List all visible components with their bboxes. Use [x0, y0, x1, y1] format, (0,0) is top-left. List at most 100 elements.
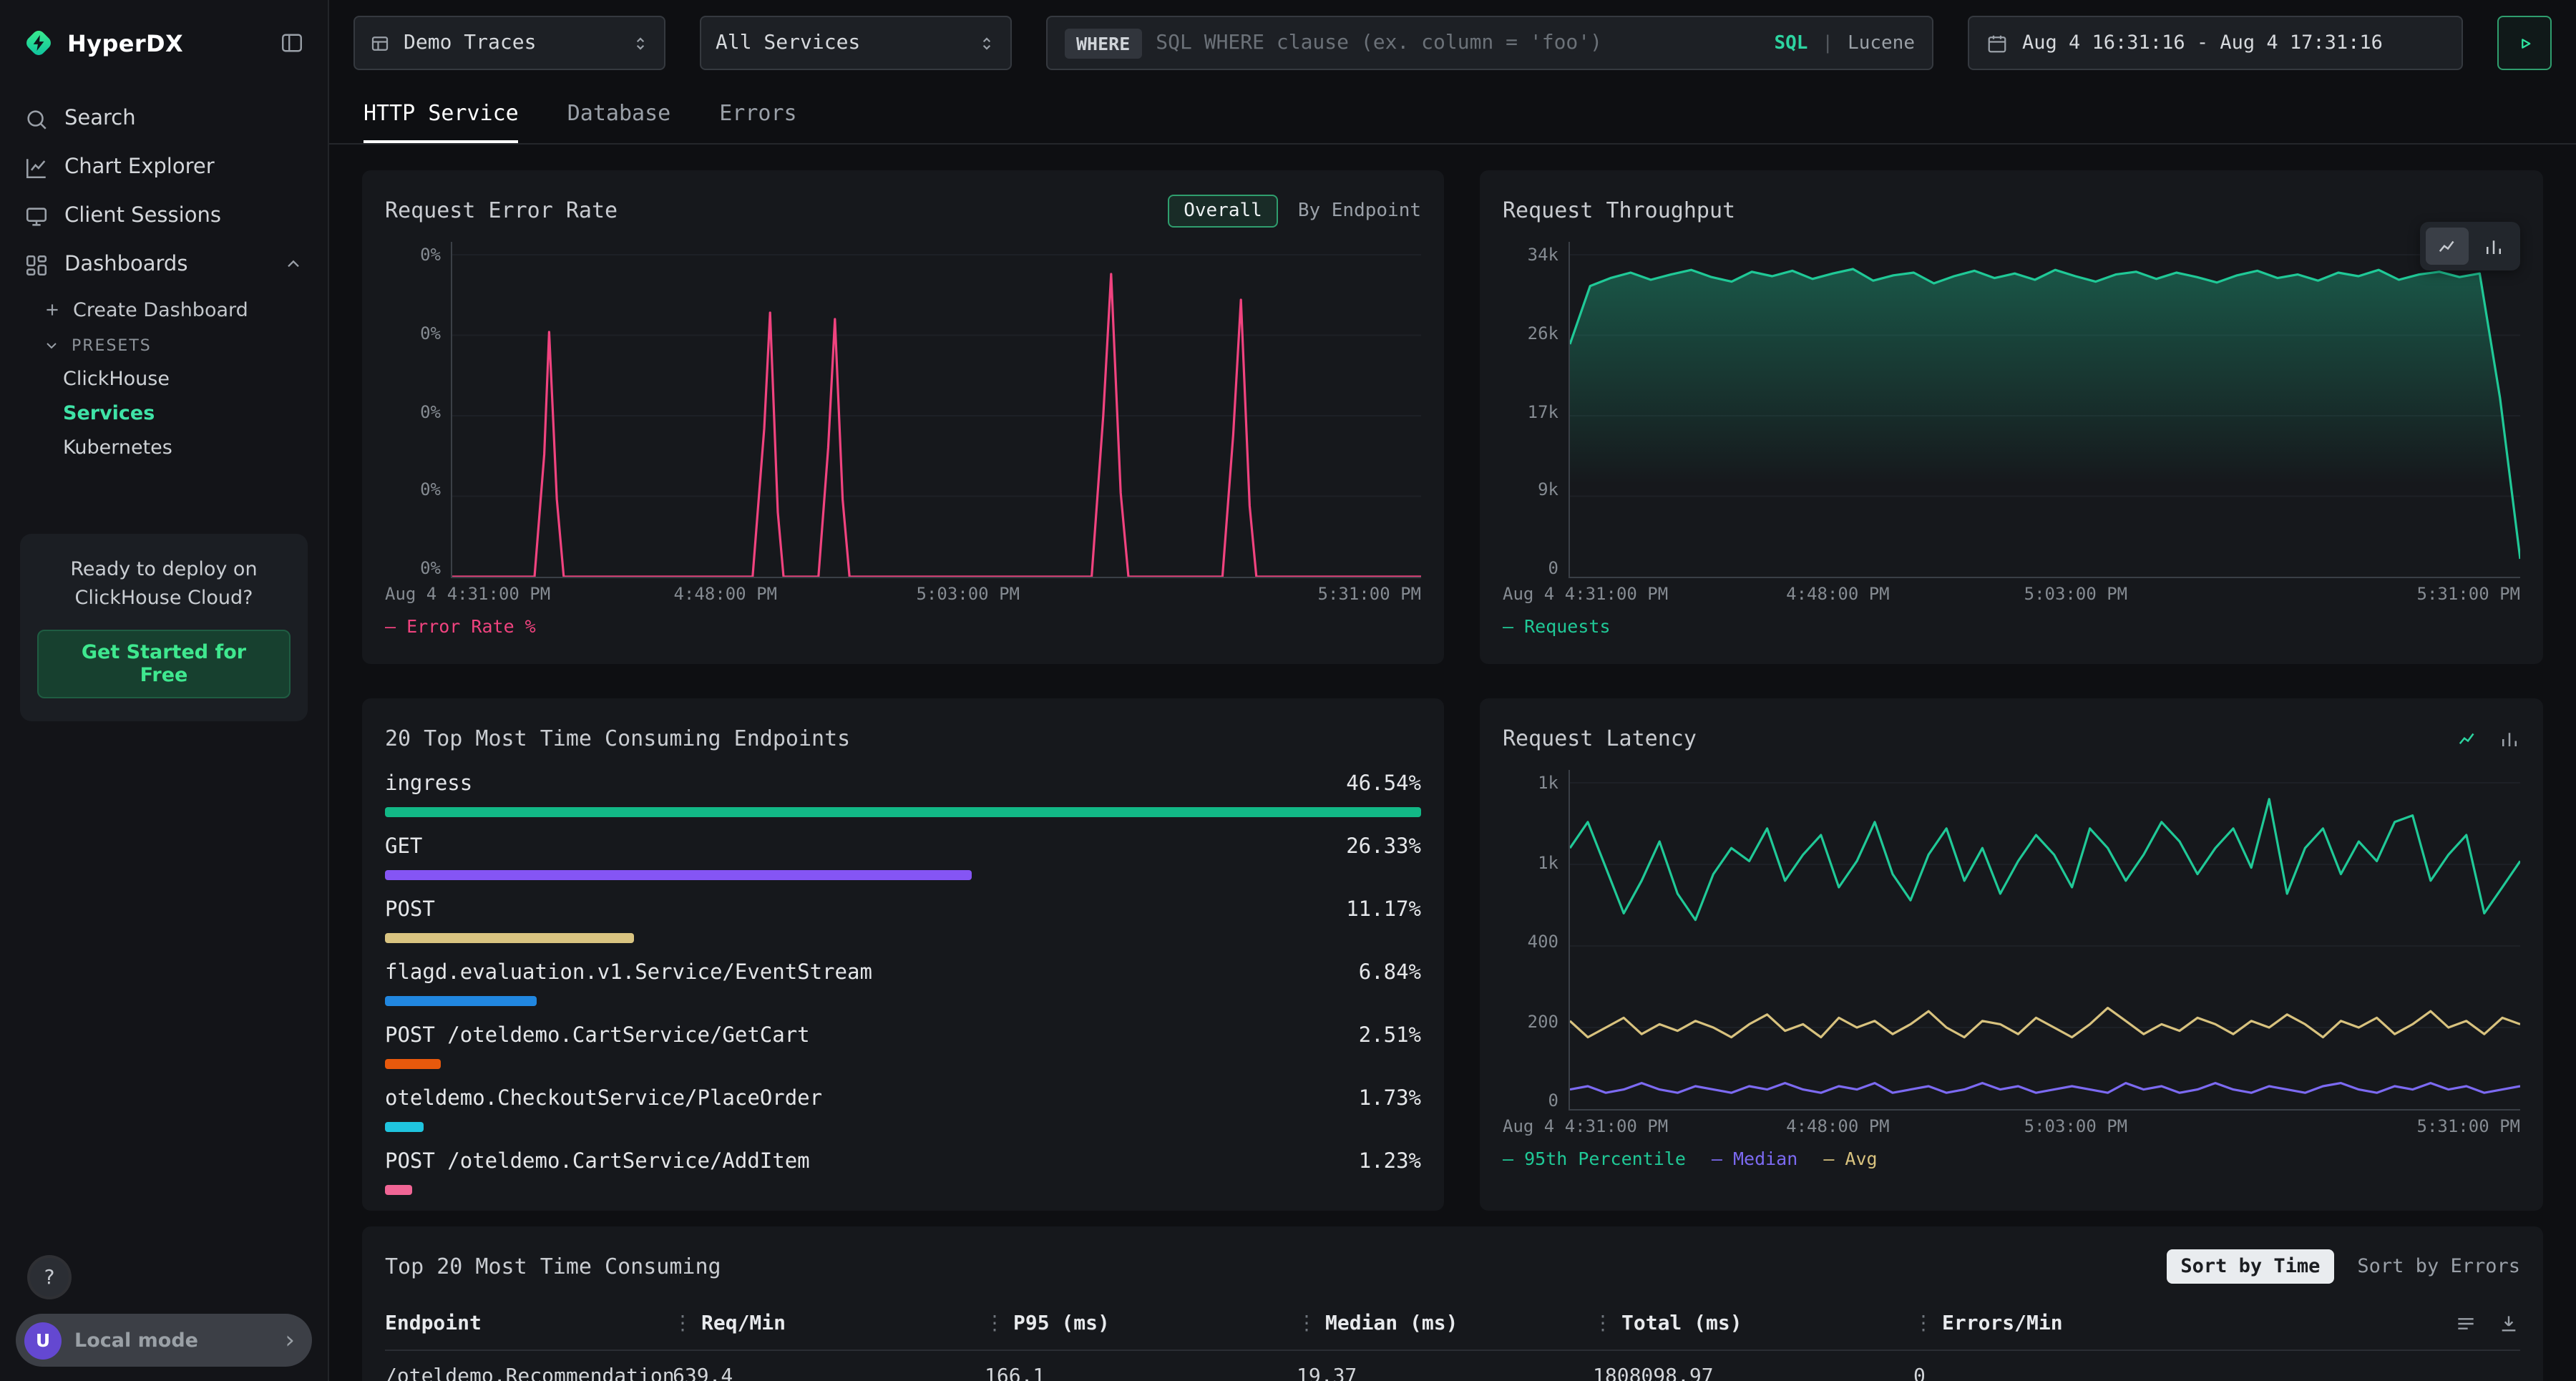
column-grip-icon[interactable] [673, 1312, 693, 1335]
language-divider: | [1822, 32, 1833, 54]
endpoint-bar [385, 1185, 412, 1195]
avatar: U [24, 1322, 62, 1359]
sidebar-item-clickhouse[interactable]: ClickHouse [0, 362, 328, 396]
y-axis: 0%0%0%0%0% [385, 242, 451, 578]
endpoint-row[interactable]: POST /oteldemo.CartService/GetCart 2.51% [385, 1025, 1421, 1069]
column-label: Median (ms) [1325, 1312, 1458, 1335]
endpoint-row[interactable]: GET26.33% [385, 836, 1421, 880]
table-column-header[interactable]: Median (ms) [1297, 1312, 1593, 1335]
endpoint-percent: 1.73% [1359, 1088, 1421, 1111]
sql-where-input[interactable] [1156, 31, 1760, 54]
clickhouse-cloud-promo: Ready to deploy on ClickHouse Cloud? Get… [20, 534, 308, 721]
sql-language-toggle[interactable]: SQL [1774, 32, 1807, 54]
main-content: HTTP Service Database Errors Request Err… [329, 86, 2576, 1381]
service-select[interactable]: All Services [700, 16, 1012, 70]
sidebar-item-services[interactable]: Services [0, 396, 328, 431]
endpoint-label: POST /oteldemo.CartService/GetCart [385, 1025, 810, 1048]
table-column-header[interactable]: Req/Min [673, 1312, 985, 1335]
legend-item[interactable]: — 95th Percentile [1503, 1148, 1686, 1169]
endpoint-bar [385, 807, 1421, 817]
endpoint-row[interactable]: POST /oteldemo.CartService/AddItem1.23% [385, 1151, 1421, 1195]
source-select[interactable]: Demo Traces [353, 16, 665, 70]
select-chevrons-icon [631, 34, 650, 52]
y-tick-label: 0 [1548, 558, 1558, 578]
endpoint-row[interactable]: oteldemo.CheckoutService/PlaceOrder1.73% [385, 1088, 1421, 1132]
where-search-box[interactable]: WHERE SQL | Lucene [1046, 16, 1933, 70]
sidebar-item-kubernetes[interactable]: Kubernetes [0, 431, 328, 465]
chevron-right-icon [285, 1326, 295, 1355]
sort-by-time-button[interactable]: Sort by Time [2166, 1249, 2334, 1284]
y-tick-label: 200 [1528, 1011, 1558, 1031]
endpoint-percent: 6.84% [1359, 962, 1421, 985]
table-cell: 0 [1913, 1365, 2520, 1381]
endpoint-bar [385, 1059, 441, 1069]
endpoint-row[interactable]: flagd.evaluation.v1.Service/EventStream6… [385, 962, 1421, 1006]
help-button[interactable]: ? [30, 1258, 69, 1297]
sidebar-item-search[interactable]: Search [0, 94, 328, 143]
endpoint-percent: 46.54% [1346, 773, 1421, 796]
by-endpoint-toggle[interactable]: By Endpoint [1298, 200, 1421, 221]
panel-title: Request Throughput [1503, 197, 1735, 223]
sidebar-item-label: Chart Explorer [64, 156, 215, 179]
topbar: Demo Traces All Services WHERE SQL | Luc… [329, 0, 2576, 86]
legend-item[interactable]: — Requests [1503, 615, 1611, 637]
column-list-icon[interactable] [2454, 1312, 2477, 1335]
legend-item[interactable]: — Median [1712, 1148, 1797, 1169]
tab-database[interactable]: Database [567, 86, 671, 143]
column-grip-icon[interactable] [1593, 1312, 1613, 1335]
sidebar-item-client-sessions[interactable]: Client Sessions [0, 192, 328, 240]
y-tick-label: 17k [1528, 401, 1558, 421]
sidebar-item-chart-explorer[interactable]: Chart Explorer [0, 143, 328, 192]
top-endpoints-panel: 20 Top Most Time Consuming Endpoints ing… [362, 698, 1444, 1211]
line-chart-button[interactable] [2457, 728, 2479, 749]
where-chip: WHERE [1065, 28, 1141, 58]
dashboards-submenu: Create Dashboard PRESETS ClickHouse Serv… [0, 289, 328, 465]
endpoint-percent: 11.17% [1346, 899, 1421, 922]
y-tick-label: 0% [420, 480, 441, 500]
legend-item[interactable]: — Error Rate % [385, 615, 536, 637]
lucene-language-toggle[interactable]: Lucene [1848, 32, 1915, 54]
overall-toggle-button[interactable]: Overall [1168, 194, 1278, 227]
local-mode-button[interactable]: U Local mode [16, 1314, 312, 1367]
create-dashboard-button[interactable]: Create Dashboard [0, 292, 328, 328]
calendar-icon [1986, 32, 2008, 54]
column-grip-icon[interactable] [1913, 1312, 1933, 1335]
sidebar-item-dashboards[interactable]: Dashboards [0, 240, 328, 289]
table-cell: /oteldemo.RecommendationServ [385, 1365, 673, 1381]
service-select-value: All Services [716, 31, 965, 54]
column-label: P95 (ms) [1013, 1312, 1110, 1335]
presets-toggle[interactable]: PRESETS [0, 328, 328, 362]
endpoint-percent: 26.33% [1346, 836, 1421, 859]
run-query-button[interactable] [2497, 16, 2552, 70]
bar-chart-button[interactable] [2472, 228, 2514, 265]
search-icon [24, 107, 49, 131]
line-chart-button[interactable] [2426, 228, 2469, 265]
table-row[interactable]: /oteldemo.RecommendationServ639.4166.119… [385, 1351, 2520, 1381]
table-column-header[interactable]: P95 (ms) [985, 1312, 1297, 1335]
table-column-header[interactable]: Total (ms) [1593, 1312, 1913, 1335]
tab-errors[interactable]: Errors [719, 86, 796, 143]
time-range-picker[interactable]: Aug 4 16:31:16 - Aug 4 17:31:16 [1968, 16, 2463, 70]
table-column-header[interactable]: Errors/Min [1913, 1312, 2437, 1335]
sort-by-errors-button[interactable]: Sort by Errors [2357, 1255, 2520, 1278]
endpoint-row[interactable]: ingress46.54% [385, 773, 1421, 817]
legend-item[interactable]: — Avg [1823, 1148, 1877, 1169]
column-label: Endpoint [385, 1312, 482, 1335]
get-started-button[interactable]: Get Started for Free [37, 630, 291, 698]
download-icon[interactable] [2497, 1312, 2520, 1335]
panel-title: Request Latency [1503, 726, 1697, 751]
y-tick-label: 26k [1528, 323, 1558, 343]
preset-label: Services [63, 402, 155, 425]
bar-chart-button[interactable] [2499, 728, 2520, 749]
endpoint-row[interactable]: POST11.17% [385, 899, 1421, 943]
tab-http-service[interactable]: HTTP Service [364, 86, 519, 143]
y-tick-label: 0% [420, 323, 441, 343]
sidebar-collapse-icon[interactable] [279, 30, 305, 56]
x-axis: Aug 4 4:31:00 PM4:48:00 PM5:03:00 PM5:31… [1568, 1111, 2520, 1138]
y-axis: 1k1k4002000 [1503, 770, 1568, 1111]
table-column-header[interactable]: Endpoint [385, 1312, 673, 1335]
column-grip-icon[interactable] [1297, 1312, 1317, 1335]
data-table-icon [369, 32, 391, 54]
endpoint-percent: 2.51% [1359, 1025, 1421, 1048]
column-grip-icon[interactable] [985, 1312, 1005, 1335]
